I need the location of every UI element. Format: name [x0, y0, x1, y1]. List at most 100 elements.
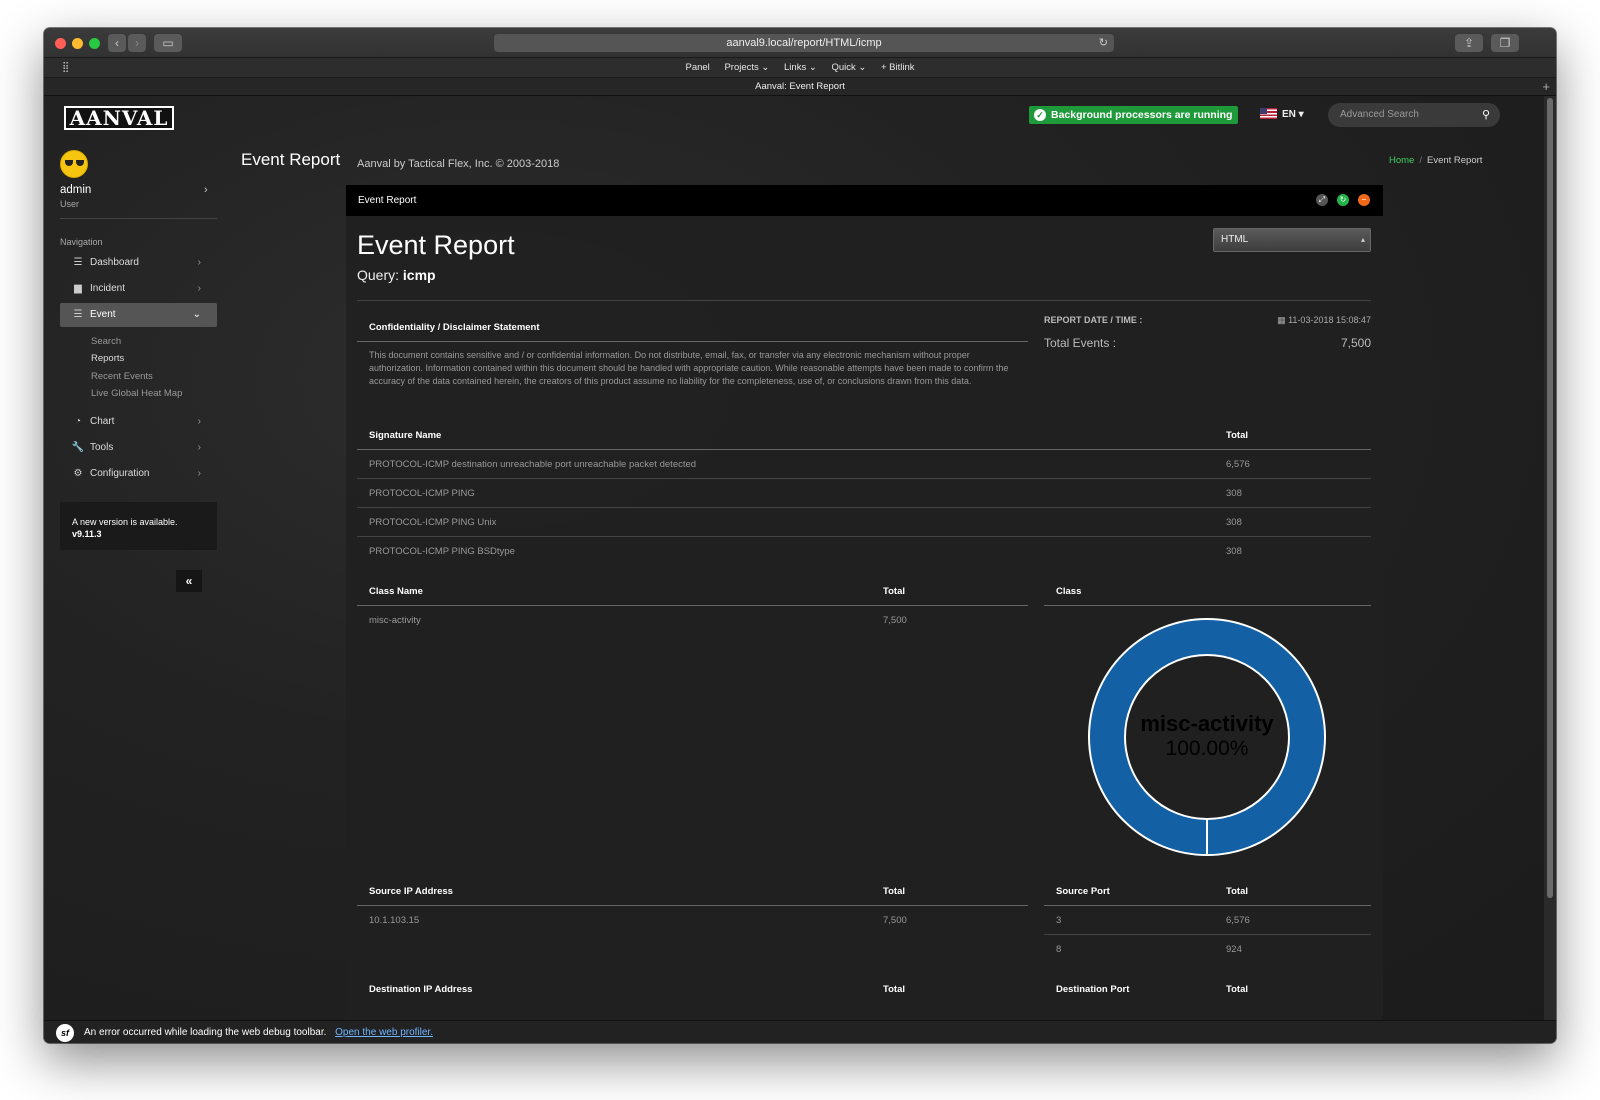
language-selector[interactable]: EN ▾	[1260, 108, 1304, 120]
pie-chart-icon: ◔	[74, 416, 82, 427]
destination-port-header[interactable]: Destination Port	[1056, 984, 1129, 995]
destination-ip-total-header[interactable]: Total	[883, 984, 905, 995]
bookmark-bitlink[interactable]: + Bitlink	[881, 62, 915, 73]
list-icon: ☰	[73, 309, 83, 320]
disclaimer-title: Confidentiality / Disclaimer Statement	[369, 322, 540, 333]
sidebar-subitem-search[interactable]: Search	[91, 336, 121, 347]
expand-icon[interactable]: ⤢	[1316, 194, 1328, 206]
tab-title[interactable]: Aanval: Event Report	[755, 81, 845, 92]
chevron-right-icon: ›	[197, 416, 201, 427]
wrench-icon: 🔧	[71, 442, 85, 453]
sidebar-item-event[interactable]: ☰ Event ⌄	[60, 303, 217, 327]
sidebar-subitem-recent-events[interactable]: Recent Events	[91, 371, 153, 382]
advanced-search-input[interactable]: Advanced Search ⚲	[1328, 103, 1500, 127]
new-tab-icon[interactable]: +	[1542, 78, 1550, 96]
debug-toolbar: sf An error occurred while loading the w…	[44, 1020, 1556, 1043]
signature-row-name: PROTOCOL-ICMP PING Unix	[369, 517, 497, 528]
chevron-right-icon: ›	[197, 257, 201, 268]
destination-ip-header[interactable]: Destination IP Address	[369, 984, 472, 995]
source-port-row-total: 924	[1226, 944, 1242, 955]
url-text: aanval9.local/report/HTML/icmp	[726, 37, 882, 49]
query-label: Query:	[357, 267, 400, 283]
sidebar-item-dashboard[interactable]: ☰ Dashboard ›	[60, 251, 217, 275]
sidebar-item-label: Dashboard	[90, 257, 139, 268]
sidebar-divider	[60, 218, 217, 219]
table-header-divider	[357, 905, 1028, 906]
sidebar-toggle-icon[interactable]: ▭	[154, 34, 182, 52]
zoom-window-button[interactable]	[89, 38, 100, 49]
bookmarks-bar: ⣿ Panel Projects ⌄ Links ⌄ Quick ⌄ + Bit…	[44, 58, 1556, 78]
bookmark-links[interactable]: Links ⌄	[784, 62, 817, 73]
source-port-header[interactable]: Source Port	[1056, 886, 1110, 897]
destination-port-total-header[interactable]: Total	[1226, 984, 1248, 995]
chevron-down-icon: ⌄	[192, 309, 201, 320]
signature-row-total: 308	[1226, 546, 1242, 557]
back-icon[interactable]: ‹	[108, 34, 126, 52]
row-divider	[1044, 934, 1371, 935]
address-bar[interactable]: aanval9.local/report/HTML/icmp ↻	[494, 34, 1114, 52]
sidebar-item-incident[interactable]: ▆ Incident ›	[60, 277, 217, 301]
page-content: AANVAL ✓ Background processors are runni…	[44, 96, 1556, 1043]
source-ip-total-header[interactable]: Total	[883, 886, 905, 897]
status-text: Background processors are running	[1051, 109, 1233, 121]
signature-row-total: 308	[1226, 517, 1242, 528]
disclaimer-text: This document contains sensitive and / o…	[369, 350, 1009, 386]
avatar[interactable]	[60, 150, 88, 178]
user-name[interactable]: admin	[60, 184, 91, 196]
total-events-value: 7,500	[1340, 336, 1371, 350]
sidebar-item-configuration[interactable]: ⚙ Configuration ›	[60, 462, 217, 486]
class-total-header[interactable]: Total	[883, 586, 905, 597]
sidebar-subitem-reports[interactable]: Reports	[91, 353, 124, 364]
select-arrows-icon: ▴	[1360, 235, 1365, 244]
format-select[interactable]: HTML ▴	[1213, 228, 1371, 252]
open-profiler-link[interactable]: Open the web profiler.	[335, 1027, 433, 1038]
language-code: EN	[1282, 109, 1296, 120]
search-placeholder: Advanced Search	[1340, 109, 1419, 120]
breadcrumb-current: Event Report	[1426, 155, 1483, 166]
collapse-sidebar-button[interactable]: «	[176, 570, 202, 592]
sidebar-item-label: Chart	[90, 416, 115, 427]
page-title: Event Report	[241, 150, 341, 169]
bookmark-quick[interactable]: Quick ⌄	[831, 62, 866, 73]
class-row-total: 7,500	[883, 615, 907, 626]
apps-grid-icon[interactable]: ⣿	[62, 58, 69, 78]
class-chart-header: Class	[1056, 586, 1082, 597]
source-port-row-value: 8	[1056, 944, 1062, 955]
refresh-icon[interactable]: ↻	[1337, 194, 1349, 206]
tabs-overview-icon[interactable]: ❐	[1491, 34, 1519, 52]
close-window-button[interactable]	[55, 38, 66, 49]
breadcrumb-home[interactable]: Home	[1389, 155, 1414, 166]
bookmark-projects[interactable]: Projects ⌄	[724, 62, 769, 73]
signature-total-header[interactable]: Total	[1226, 430, 1248, 441]
update-notice[interactable]: A new version is available. v9.11.3	[60, 502, 217, 550]
bookmark-panel[interactable]: Panel	[686, 62, 710, 73]
sidebar-item-label: Configuration	[90, 468, 150, 479]
sidebar-item-tools[interactable]: 🔧 Tools ›	[60, 436, 217, 460]
table-header-divider	[357, 605, 1028, 606]
class-name-header[interactable]: Class Name	[369, 586, 423, 597]
us-flag-icon	[1260, 108, 1277, 119]
chevron-right-icon[interactable]: ›	[204, 184, 208, 196]
scrollbar-thumb[interactable]	[1547, 98, 1553, 898]
aanval-logo[interactable]: AANVAL	[64, 106, 174, 130]
remove-icon[interactable]: −	[1358, 194, 1370, 206]
table-header-divider	[357, 449, 1371, 450]
minimize-window-button[interactable]	[72, 38, 83, 49]
row-divider	[357, 536, 1371, 537]
donut-percent-label: 100.00%	[1165, 737, 1249, 760]
report-date-value: ▦ 11-03-2018 15:08:47	[1277, 315, 1371, 326]
update-version: v9.11.3	[72, 529, 102, 539]
signature-name-header[interactable]: Signature Name	[369, 430, 441, 441]
sidebar-subitem-heat-map[interactable]: Live Global Heat Map	[91, 388, 182, 399]
source-ip-header[interactable]: Source IP Address	[369, 886, 453, 897]
scrollbar[interactable]	[1544, 96, 1556, 1043]
share-icon[interactable]: ⇪	[1455, 34, 1483, 52]
search-icon[interactable]: ⚲	[1482, 103, 1490, 127]
divider	[357, 341, 1028, 342]
forward-icon[interactable]: ›	[128, 34, 146, 52]
page-subtitle: Aanval by Tactical Flex, Inc. © 2003-201…	[357, 158, 560, 170]
reload-icon[interactable]: ↻	[1099, 34, 1108, 52]
sidebar-item-chart[interactable]: ◔ Chart ›	[60, 410, 217, 434]
source-port-total-header[interactable]: Total	[1226, 886, 1248, 897]
source-port-row-total: 6,576	[1226, 915, 1250, 926]
